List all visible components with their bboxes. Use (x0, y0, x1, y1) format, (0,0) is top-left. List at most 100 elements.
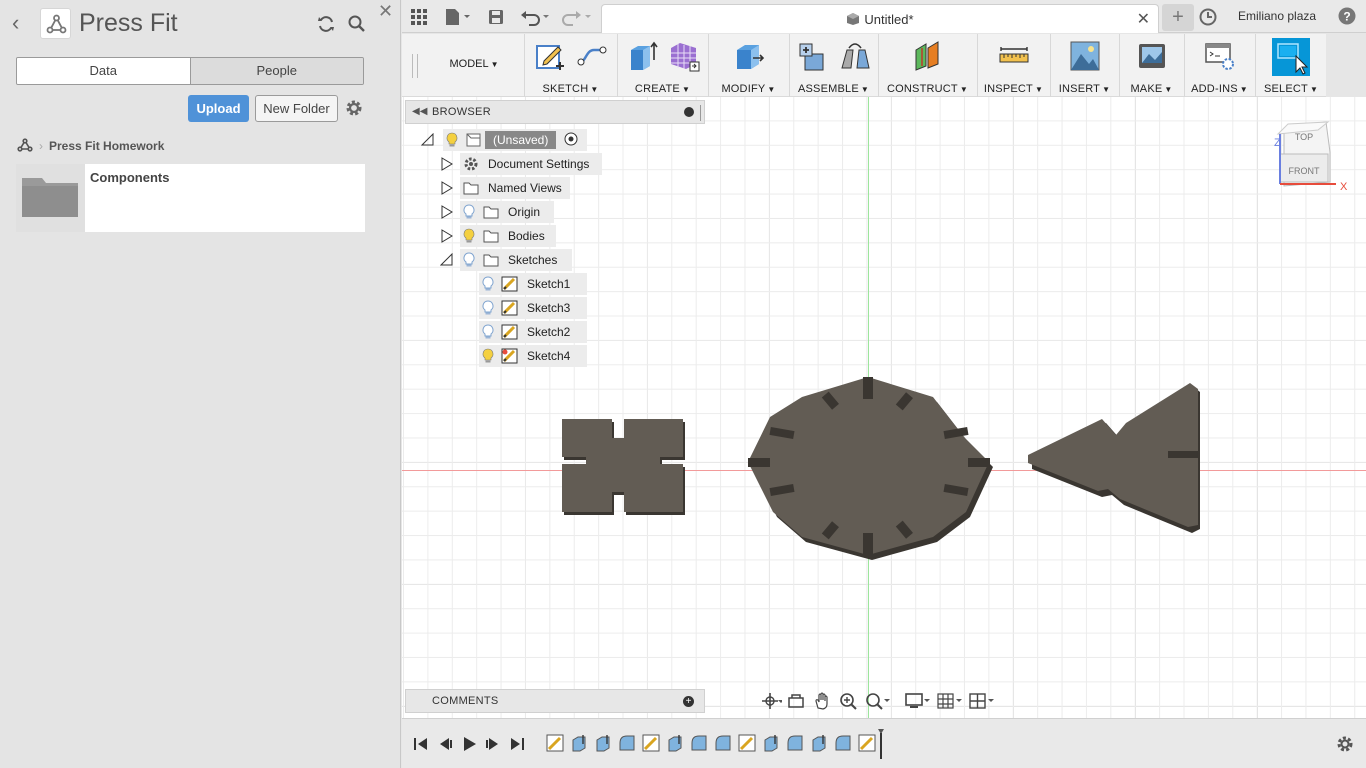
job-status-icon[interactable] (1198, 7, 1218, 27)
tree-sketches[interactable]: Sketches (460, 249, 572, 271)
display-settings-icon[interactable] (904, 691, 932, 711)
add-comment-icon[interactable]: + (683, 696, 694, 707)
make-menu[interactable]: MAKE ▼ (1120, 83, 1183, 95)
go-to-end-icon[interactable] (508, 735, 526, 753)
timeline-sketch-step[interactable] (858, 734, 876, 752)
ribbon-grip[interactable] (412, 54, 418, 78)
tab-people[interactable]: People (189, 58, 363, 84)
insert-image-icon[interactable] (1069, 40, 1101, 72)
lightbulb-icon[interactable] (462, 228, 476, 244)
upload-button[interactable]: Upload (188, 95, 249, 122)
redo-icon[interactable] (558, 6, 592, 28)
timeline-fillet-step[interactable] (618, 734, 636, 752)
timeline-settings-gear-icon[interactable] (1335, 734, 1355, 754)
create-menu[interactable]: CREATE ▼ (618, 83, 707, 95)
tree-root[interactable]: (Unsaved) (443, 129, 587, 151)
assemble-menu[interactable]: ASSEMBLE ▼ (790, 83, 877, 95)
joint-icon[interactable] (839, 40, 871, 72)
construct-menu[interactable]: CONSTRUCT ▼ (879, 83, 976, 95)
collapse-triangle-icon[interactable] (420, 132, 435, 147)
tree-named-views[interactable]: Named Views (460, 177, 570, 199)
tree-origin[interactable]: Origin (460, 201, 554, 223)
activate-radio-icon[interactable] (564, 132, 578, 149)
press-pull-icon[interactable] (733, 40, 765, 72)
tab-data[interactable]: Data (17, 58, 190, 84)
h-connector-body[interactable] (562, 419, 685, 515)
lightbulb-icon[interactable] (462, 204, 476, 220)
form-icon[interactable] (668, 40, 700, 72)
expand-triangle-icon[interactable] (440, 205, 454, 219)
orbit-icon[interactable] (760, 691, 784, 711)
step-back-icon[interactable] (436, 735, 454, 753)
save-icon[interactable] (485, 6, 507, 28)
lightbulb-icon[interactable] (481, 300, 495, 316)
workspace-dropdown[interactable]: MODEL ▼ (438, 58, 510, 70)
timeline-fillet-step[interactable] (834, 734, 852, 752)
zoom-icon[interactable] (838, 691, 860, 711)
timeline-sketch-step[interactable] (546, 734, 564, 752)
tree-sketch4[interactable]: Sketch4 (479, 345, 587, 367)
viewcube-front[interactable]: FRONT (1289, 166, 1320, 176)
offset-plane-icon[interactable] (912, 40, 944, 72)
panel-grip[interactable] (700, 105, 702, 121)
extrude-icon[interactable] (626, 40, 658, 72)
refresh-icon[interactable] (316, 14, 336, 34)
search-icon[interactable] (347, 14, 367, 34)
user-name[interactable]: Emiliano plaza (1238, 9, 1316, 23)
view-cube[interactable]: TOP FRONT Z X (1270, 120, 1350, 196)
tree-document-settings[interactable]: Document Settings (460, 153, 602, 175)
tree-sketch2[interactable]: Sketch2 (479, 321, 587, 343)
new-tab-icon[interactable]: + (1162, 4, 1194, 31)
select-icon[interactable] (1272, 38, 1310, 76)
timeline-fillet-step[interactable] (690, 734, 708, 752)
timeline-extrude-step[interactable] (762, 734, 780, 752)
lightbulb-icon[interactable] (445, 132, 459, 148)
viewcube-top[interactable]: TOP (1295, 132, 1313, 142)
pan-hand-icon[interactable] (812, 691, 834, 711)
document-tab[interactable]: Untitled* ✕ (601, 4, 1159, 33)
hub-small-icon[interactable] (17, 137, 33, 155)
look-at-icon[interactable] (786, 691, 808, 711)
lightbulb-icon[interactable] (481, 324, 495, 340)
lightbulb-icon[interactable] (481, 348, 495, 364)
new-folder-button[interactable]: New Folder (255, 95, 338, 122)
breadcrumb-project[interactable]: Press Fit Homework (49, 139, 164, 153)
minimize-icon[interactable] (684, 107, 694, 117)
grid-menu-icon[interactable] (408, 6, 430, 28)
measure-icon[interactable] (998, 40, 1030, 72)
expand-triangle-icon[interactable] (440, 181, 454, 195)
lightbulb-icon[interactable] (481, 276, 495, 292)
tree-bodies[interactable]: Bodies (460, 225, 556, 247)
tree-sketch3[interactable]: Sketch3 (479, 297, 587, 319)
timeline-marker[interactable] (878, 729, 884, 759)
help-icon[interactable]: ? (1338, 7, 1356, 25)
folder-card[interactable]: Components (16, 164, 365, 232)
step-forward-icon[interactable] (484, 735, 502, 753)
hub-icon[interactable] (40, 8, 71, 39)
expand-triangle-icon[interactable] (440, 157, 454, 171)
timeline-extrude-step[interactable] (570, 734, 588, 752)
go-to-start-icon[interactable] (412, 735, 430, 753)
expand-triangle-icon[interactable] (440, 229, 454, 243)
addins-menu[interactable]: ADD-INS ▼ (1185, 83, 1254, 95)
triangle-connector-body[interactable] (1028, 383, 1200, 533)
3d-print-icon[interactable] (1136, 40, 1168, 72)
collapse-triangle-icon[interactable] (439, 252, 454, 267)
sketch-menu[interactable]: SKETCH ▼ (525, 83, 616, 95)
create-sketch-icon[interactable] (534, 40, 566, 72)
scripts-addins-icon[interactable] (1204, 40, 1236, 72)
zoom-window-icon[interactable] (864, 691, 892, 711)
file-menu-icon[interactable] (442, 6, 472, 28)
lightbulb-icon[interactable] (462, 252, 476, 268)
timeline-extrude-step[interactable] (666, 734, 684, 752)
timeline-fillet-step[interactable] (786, 734, 804, 752)
undo-icon[interactable] (518, 6, 552, 28)
close-icon[interactable]: ✕ (378, 2, 393, 20)
timeline-sketch-step[interactable] (738, 734, 756, 752)
inspect-menu[interactable]: INSPECT ▼ (978, 83, 1049, 95)
timeline-extrude-step[interactable] (810, 734, 828, 752)
timeline-sketch-step[interactable] (642, 734, 660, 752)
grid-snaps-icon[interactable] (936, 691, 964, 711)
octagon-slotted-body[interactable] (748, 377, 993, 560)
back-icon[interactable]: ‹ (12, 12, 32, 36)
